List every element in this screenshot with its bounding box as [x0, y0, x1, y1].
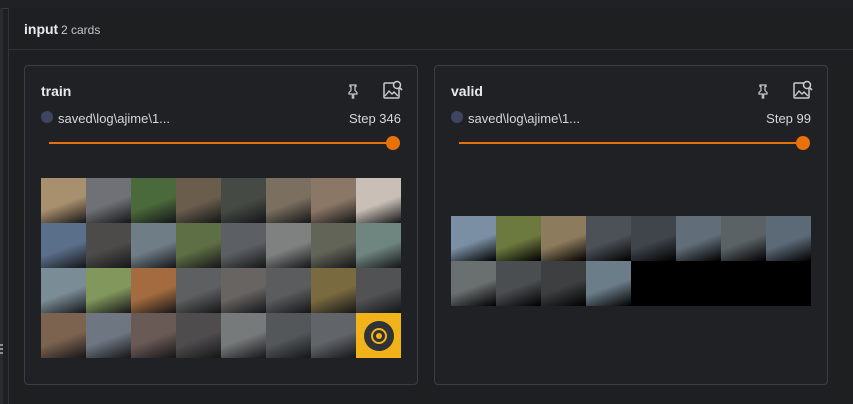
- run-color-dot: [41, 111, 53, 123]
- image-thumbnail[interactable]: [86, 268, 131, 313]
- image-thumbnail[interactable]: [266, 223, 311, 268]
- image-thumbnail[interactable]: [221, 223, 266, 268]
- image-thumbnail[interactable]: [311, 268, 356, 313]
- image-thumbnail[interactable]: [356, 223, 401, 268]
- card-title: train: [41, 83, 72, 99]
- image-thumbnail[interactable]: [41, 268, 86, 313]
- image-thumbnail[interactable]: [86, 178, 131, 223]
- resize-handle[interactable]: [0, 344, 3, 356]
- step-label: Step 99: [766, 111, 811, 126]
- worker-icon: [363, 320, 394, 351]
- run-color-dot: [451, 111, 463, 123]
- image-thumbnail[interactable]: [586, 261, 631, 306]
- image-thumbnail[interactable]: [176, 268, 221, 313]
- step-slider[interactable]: [459, 135, 810, 151]
- image-thumbnail[interactable]: [41, 223, 86, 268]
- image-thumbnail[interactable]: [356, 313, 401, 358]
- image-thumbnail[interactable]: [311, 223, 356, 268]
- image-grid[interactable]: [451, 216, 811, 306]
- slider-track: [49, 142, 393, 144]
- image-thumbnail[interactable]: [266, 313, 311, 358]
- image-thumbnail[interactable]: [41, 313, 86, 358]
- pin-icon: [758, 84, 768, 99]
- pin-button[interactable]: [345, 83, 361, 99]
- image-thumbnail[interactable]: [586, 216, 631, 261]
- image-thumbnail[interactable]: [541, 261, 586, 306]
- image-thumbnail[interactable]: [541, 216, 586, 261]
- image-search-icon: [793, 80, 813, 99]
- image-thumbnail[interactable]: [766, 216, 811, 261]
- group-header: input 2 cards: [9, 8, 853, 50]
- image-thumbnail[interactable]: [221, 268, 266, 313]
- image-search-icon: [383, 80, 403, 99]
- run-name: saved\log\ajime\1...: [468, 111, 581, 126]
- pin-button[interactable]: [755, 83, 771, 99]
- image-thumbnail[interactable]: [221, 313, 266, 358]
- image-grid[interactable]: [41, 178, 401, 358]
- group-count: 2 cards: [61, 23, 101, 37]
- image-thumbnail[interactable]: [221, 178, 266, 223]
- card-valid: valid saved\log\ajime\1... Step 99: [434, 65, 828, 385]
- run-name: saved\log\ajime\1...: [58, 111, 171, 126]
- image-thumbnail[interactable]: [41, 178, 86, 223]
- step-slider[interactable]: [49, 135, 400, 151]
- image-thumbnail[interactable]: [176, 313, 221, 358]
- image-thumbnail[interactable]: [356, 178, 401, 223]
- image-search-button[interactable]: [382, 79, 404, 101]
- pin-icon: [348, 84, 358, 99]
- card-train: train saved\log\ajime\1... Step 346: [24, 65, 418, 385]
- image-thumbnail[interactable]: [721, 216, 766, 261]
- image-thumbnail[interactable]: [496, 261, 541, 306]
- image-thumbnail[interactable]: [451, 261, 496, 306]
- image-thumbnail[interactable]: [131, 223, 176, 268]
- step-label: Step 346: [348, 111, 401, 126]
- slider-track: [459, 142, 803, 144]
- card-group: input 2 cards train saved\log\ajime\1...…: [8, 8, 853, 404]
- image-thumbnail[interactable]: [311, 313, 356, 358]
- slider-thumb[interactable]: [386, 136, 400, 150]
- image-thumbnail[interactable]: [676, 216, 721, 261]
- image-thumbnail[interactable]: [451, 216, 496, 261]
- group-title: input: [24, 21, 59, 37]
- image-thumbnail[interactable]: [176, 178, 221, 223]
- image-thumbnail[interactable]: [131, 313, 176, 358]
- slider-thumb[interactable]: [796, 136, 810, 150]
- image-search-button[interactable]: [792, 79, 814, 101]
- image-thumbnail[interactable]: [496, 216, 541, 261]
- image-thumbnail[interactable]: [86, 223, 131, 268]
- image-thumbnail[interactable]: [131, 268, 176, 313]
- image-thumbnail[interactable]: [131, 178, 176, 223]
- image-thumbnail[interactable]: [266, 268, 311, 313]
- image-thumbnail[interactable]: [631, 216, 676, 261]
- image-thumbnail[interactable]: [176, 223, 221, 268]
- image-thumbnail[interactable]: [86, 313, 131, 358]
- card-title: valid: [451, 83, 483, 99]
- image-thumbnail[interactable]: [356, 268, 401, 313]
- image-thumbnail[interactable]: [266, 178, 311, 223]
- image-thumbnail[interactable]: [311, 178, 356, 223]
